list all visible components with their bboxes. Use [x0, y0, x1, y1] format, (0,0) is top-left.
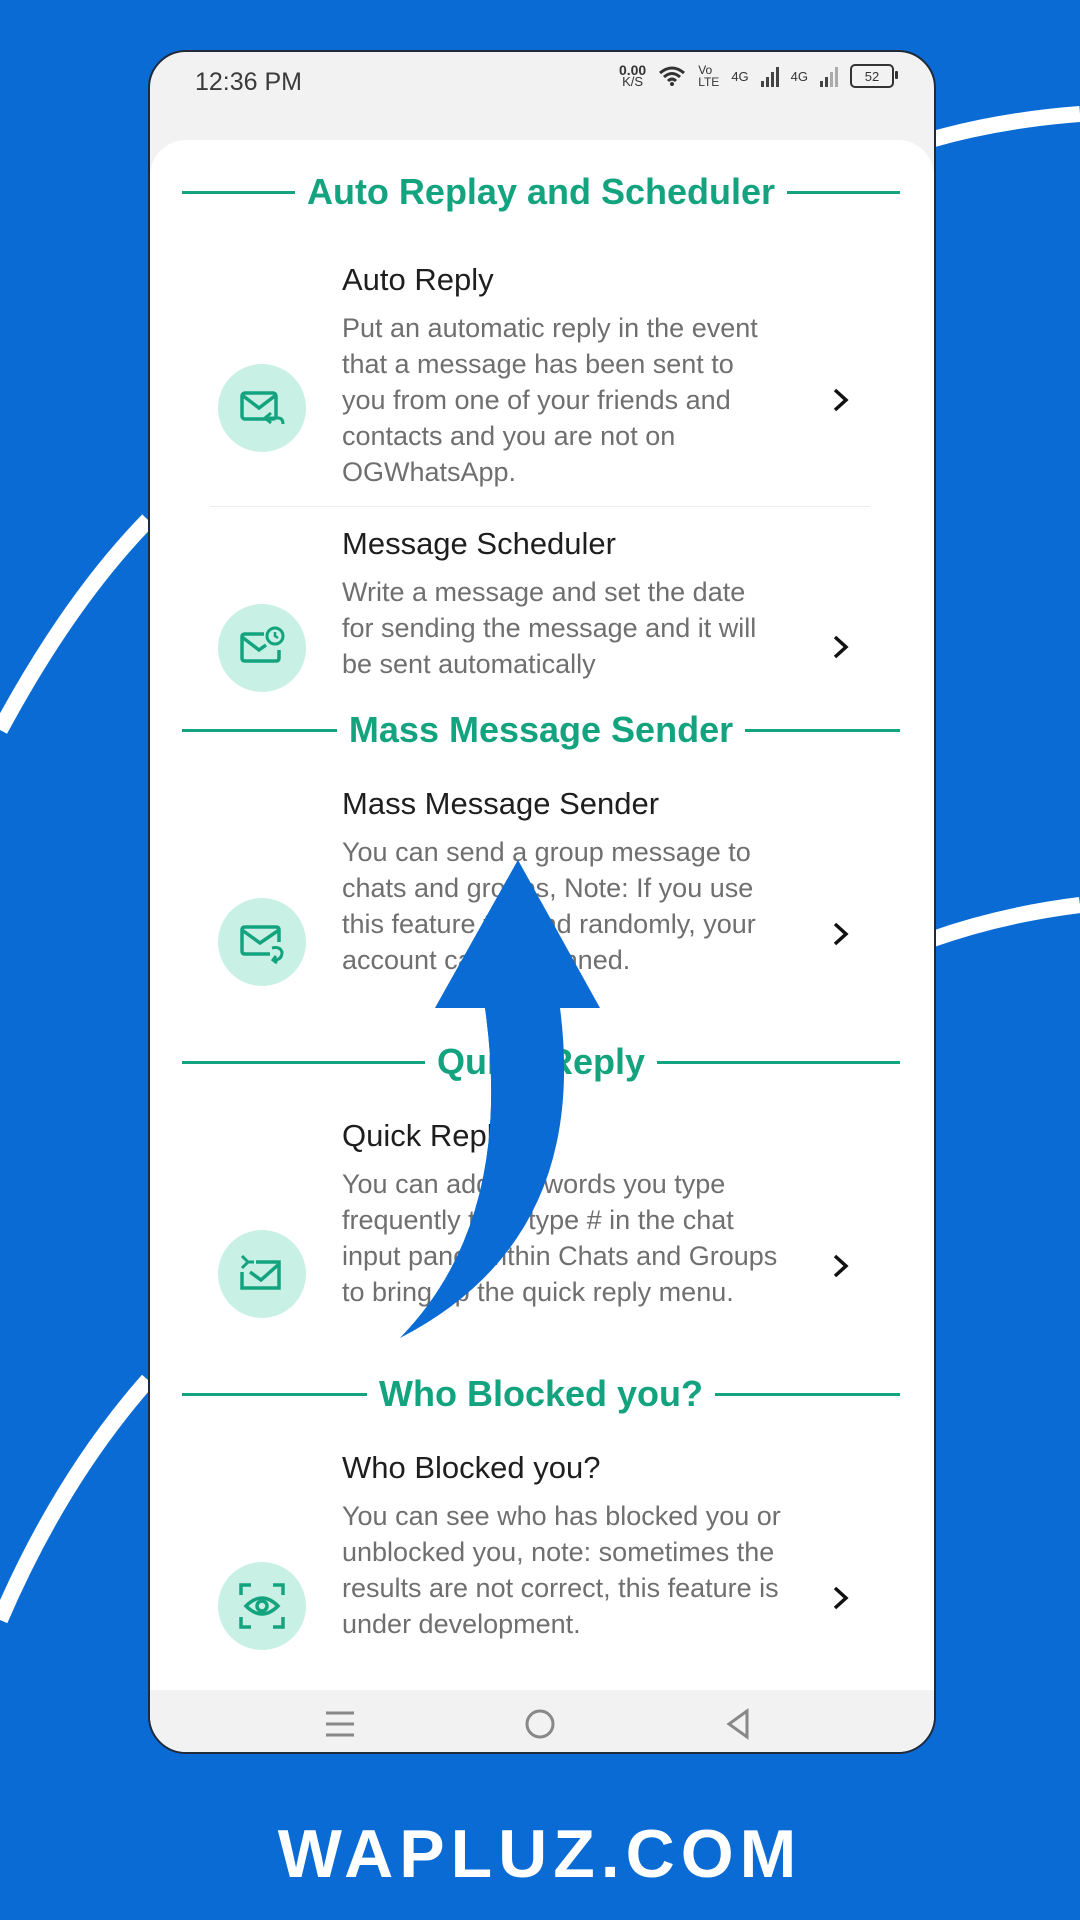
mail-clock-icon: [218, 604, 306, 692]
status-bar: 12:36 PM 0.00 K/S Vo LTE 4G 4G 52: [150, 52, 934, 132]
section-title: Auto Replay and Scheduler: [306, 171, 776, 212]
chevron-right-icon: [826, 385, 856, 415]
chevron-right-icon: [826, 1583, 856, 1613]
item-description: Put an automatic reply in the event that…: [342, 313, 758, 487]
list-item-message-scheduler[interactable]: Message Scheduler Write a message and se…: [150, 526, 934, 692]
item-description: You can send a group message to chats an…: [342, 837, 756, 975]
section-header-mass-message: Mass Message Sender: [182, 700, 900, 760]
item-title: Message Scheduler: [342, 526, 616, 561]
item-title: Auto Reply: [342, 262, 494, 297]
section-header-quick-reply: Quick Reply: [182, 1032, 900, 1092]
sim1-signal-icon: [760, 65, 779, 87]
sim2-signal-icon: [820, 65, 838, 87]
eye-scan-icon: [218, 1562, 306, 1650]
section-title: Who Blocked you?: [379, 1373, 703, 1414]
battery-icon: 52: [850, 64, 898, 88]
home-circle-icon[interactable]: [520, 1706, 560, 1742]
settings-list: Auto Replay and Scheduler Auto Reply Put…: [150, 140, 934, 1690]
network-speed: 0.00 K/S: [619, 63, 646, 89]
divider: [210, 506, 870, 507]
chevron-right-icon: [826, 632, 856, 662]
menu-icon[interactable]: [320, 1706, 360, 1742]
item-description: You can add the words you type frequentl…: [342, 1169, 778, 1307]
wifi-icon: [659, 66, 686, 86]
list-item-auto-reply[interactable]: Auto Reply Put an automatic reply in the…: [150, 252, 934, 487]
network-speed-unit: K/S: [622, 74, 644, 89]
chevron-right-icon: [826, 1251, 856, 1281]
list-item-mass-message-sender[interactable]: Mass Message Sender You can send a group…: [150, 786, 934, 1016]
section-header-auto-replay: Auto Replay and Scheduler: [182, 162, 900, 222]
list-item-quick-reply[interactable]: Quick Reply You can add the words you ty…: [150, 1118, 934, 1348]
status-icons: 0.00 K/S Vo LTE 4G 4G 52: [619, 63, 898, 89]
volte-indicator: Vo LTE: [698, 64, 719, 88]
section-title: Quick Reply: [436, 1041, 646, 1082]
navigation-bar: [150, 1692, 934, 1752]
sim2-network-label: 4G: [790, 68, 808, 84]
battery-level: 52: [864, 68, 880, 84]
item-title: Mass Message Sender: [342, 786, 660, 821]
section-header-who-blocked: Who Blocked you?: [182, 1364, 900, 1424]
list-item-who-blocked-you[interactable]: Who Blocked you? You can see who has blo…: [150, 1450, 934, 1680]
chevron-right-icon: [826, 919, 856, 949]
item-title: Who Blocked you?: [342, 1450, 601, 1485]
item-description: You can see who has blocked you or unblo…: [342, 1501, 781, 1639]
item-description: Write a message and set the date for sen…: [342, 577, 757, 679]
back-triangle-icon[interactable]: [718, 1706, 758, 1742]
status-time: 12:36 PM: [195, 68, 303, 96]
section-title: Mass Message Sender: [348, 709, 734, 750]
mail-forward-icon: [218, 898, 306, 986]
mail-reply-icon: [218, 364, 306, 452]
sim1-network-label: 4G: [731, 68, 749, 84]
volte-bottom: LTE: [698, 75, 720, 89]
mail-quick-icon: [218, 1230, 306, 1318]
phone-screen: 12:36 PM 0.00 K/S Vo LTE 4G 4G 52 Auto R…: [148, 50, 936, 1754]
item-title: Quick Reply: [342, 1118, 510, 1153]
brand-watermark: WAPLUZ.COM: [277, 1816, 803, 1892]
